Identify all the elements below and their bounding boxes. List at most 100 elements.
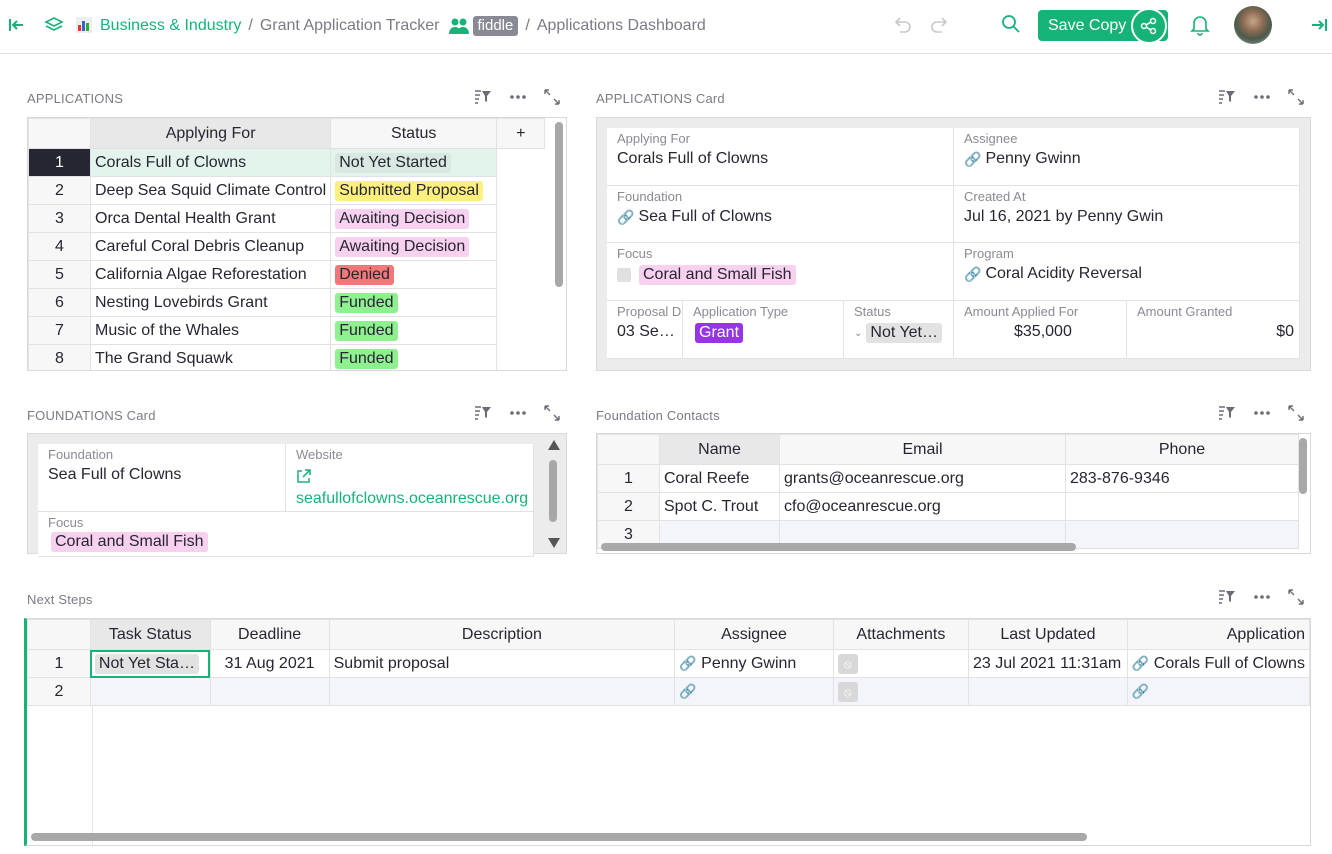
table-row[interactable]: 6 Nesting Lovebirds Grant Funded [28, 288, 545, 317]
field-program[interactable]: Program 🔗 Coral Acidity Reversal [954, 243, 1300, 301]
row-number[interactable]: 2 [28, 176, 91, 205]
field-focus[interactable]: Focus Coral and Small Fish [38, 512, 534, 557]
link-icon[interactable]: 🔗 [964, 151, 981, 168]
link-icon[interactable]: 🔗 [679, 655, 696, 671]
expand-icon[interactable] [1288, 589, 1304, 605]
column-header-description[interactable]: Description [328, 619, 676, 650]
row-number[interactable]: 1 [28, 148, 91, 177]
applications-scrollbar[interactable] [555, 122, 563, 287]
field-amount-granted[interactable]: Amount Granted $0 [1127, 301, 1300, 359]
website-link[interactable]: seafullofclowns.oceanrescue.org [296, 490, 528, 508]
row-number[interactable]: 2 [597, 492, 660, 521]
table-row[interactable]: 2 Deep Sea Squid Climate Control Submitted… [28, 176, 545, 205]
column-header-application[interactable]: Application [1126, 619, 1310, 650]
cell-phone[interactable] [1065, 492, 1299, 521]
cell-status[interactable]: Denied [330, 260, 498, 289]
sort-filter-icon[interactable] [474, 89, 492, 105]
cell-status[interactable]: Awaiting Decision [330, 232, 498, 261]
cell-applying-for[interactable]: Careful Coral Debris Cleanup [89, 232, 332, 261]
sort-filter-icon[interactable] [1218, 405, 1236, 421]
attachment-icon[interactable]: ⦸ [837, 653, 858, 674]
table-row[interactable]: 4 Careful Coral Debris Cleanup Awaiting De… [28, 232, 545, 261]
more-options-icon[interactable] [1254, 411, 1270, 415]
field-proposal-date[interactable]: Proposal D 03 Se… [607, 301, 683, 359]
field-amount-applied[interactable]: Amount Applied For $35,000 [954, 301, 1127, 359]
cell-status[interactable]: Funded [330, 344, 498, 370]
column-header-assignee[interactable]: Assignee [674, 619, 834, 650]
cell-description[interactable] [328, 677, 676, 706]
cell-last-updated[interactable] [967, 677, 1128, 706]
cell-attachments[interactable]: ⦸ [832, 649, 969, 678]
layers-icon[interactable] [44, 15, 64, 35]
column-header-phone[interactable]: Phone [1065, 434, 1299, 465]
search-icon[interactable] [1001, 14, 1021, 34]
cell-assignee[interactable]: 🔗 Penny Gwinn [674, 649, 834, 678]
cell-applying-for[interactable]: Nesting Lovebirds Grant [89, 288, 332, 317]
column-header-status[interactable]: Status [330, 118, 498, 149]
share-button[interactable] [1131, 8, 1167, 44]
cell-phone[interactable]: 283-876-9346 [1065, 464, 1299, 493]
column-header-applying-for[interactable]: Applying For [89, 118, 332, 149]
workspace-badge[interactable]: fiddle [472, 16, 519, 36]
scroll-up-arrow-icon[interactable] [547, 439, 561, 451]
collapse-left-icon[interactable] [8, 17, 26, 33]
table-row[interactable]: 2 Spot C. Trout cfo@oceanrescue.org [597, 492, 1299, 521]
link-icon[interactable]: 🔗 [1132, 683, 1149, 699]
column-header-name[interactable]: Name [659, 434, 780, 465]
column-header-email[interactable]: Email [779, 434, 1066, 465]
row-number[interactable]: 4 [28, 232, 91, 261]
cell-deadline[interactable]: 31 Aug 2021 [209, 649, 330, 678]
cell-applying-for[interactable]: California Algae Reforestation [89, 260, 332, 289]
more-options-icon[interactable] [1254, 595, 1270, 599]
cell-applying-for[interactable]: Corals Full of Clowns [89, 148, 332, 177]
row-number[interactable]: 5 [28, 260, 91, 289]
field-focus[interactable]: Focus Coral and Small Fish [607, 243, 954, 301]
expand-icon[interactable] [1288, 89, 1304, 105]
corner-cell[interactable] [597, 434, 660, 465]
cell-name[interactable]: Coral Reefe [659, 464, 780, 493]
cell-status[interactable]: Not Yet Started [330, 148, 498, 177]
field-foundation[interactable]: Foundation 🔗 Sea Full of Clowns [607, 186, 954, 243]
cell-applying-for[interactable]: Orca Dental Health Grant [89, 204, 332, 233]
field-website[interactable]: Website seafullofclowns.oceanrescue.org [286, 444, 534, 512]
breadcrumb-org[interactable]: Business & Industry [100, 17, 241, 35]
bell-icon[interactable] [1190, 14, 1210, 36]
sort-filter-icon[interactable] [1218, 89, 1236, 105]
column-header-attachments[interactable]: Attachments [832, 619, 969, 650]
table-row[interactable]: 3 Orca Dental Health Grant Awaiting Decisi… [28, 204, 545, 233]
contacts-hscrollbar[interactable] [601, 543, 1076, 551]
cell-task-status[interactable]: Not Yet Sta… [89, 649, 211, 678]
cell-assignee[interactable]: 🔗 [674, 677, 834, 706]
column-header-last-updated[interactable]: Last Updated [967, 619, 1128, 650]
add-column-button[interactable]: + [496, 118, 546, 149]
expand-icon[interactable] [544, 89, 560, 105]
cell-status[interactable]: Funded [330, 288, 498, 317]
cell-status[interactable]: Submitted Proposal [330, 176, 498, 205]
user-avatar[interactable] [1234, 6, 1272, 44]
field-status[interactable]: Status ⌄ Not Yet… [844, 301, 954, 359]
scroll-down-arrow-icon[interactable] [547, 537, 561, 549]
collapse-right-icon[interactable] [1310, 17, 1328, 33]
cell-last-updated[interactable]: 23 Jul 2021 11:31am [967, 649, 1128, 678]
column-header-task-status[interactable]: Task Status [89, 619, 211, 650]
cell-attachments[interactable]: ⦸ [832, 677, 969, 706]
link-icon[interactable]: 🔗 [964, 266, 981, 283]
field-assignee[interactable]: Assignee 🔗 Penny Gwinn [954, 128, 1300, 186]
cell-applying-for[interactable]: Music of the Whales [89, 316, 332, 345]
cell-applying-for[interactable]: Deep Sea Squid Climate Control [89, 176, 332, 205]
breadcrumb-doc[interactable]: Grant Application Tracker [260, 17, 440, 35]
row-number[interactable]: 2 [27, 677, 91, 706]
undo-icon[interactable] [892, 15, 912, 35]
next-steps-hscrollbar[interactable] [31, 833, 1087, 841]
table-row[interactable]: 7 Music of the Whales Funded [28, 316, 545, 345]
cell-application[interactable]: 🔗 Corals Full of Clowns [1126, 649, 1310, 678]
expand-icon[interactable] [544, 405, 560, 421]
link-icon[interactable]: 🔗 [679, 683, 696, 699]
field-application-type[interactable]: Application Type Grant [683, 301, 844, 359]
column-header-deadline[interactable]: Deadline [209, 619, 330, 650]
row-number[interactable]: 1 [27, 649, 91, 678]
corner-cell[interactable] [28, 118, 91, 149]
foundations-scrollbar[interactable] [549, 460, 557, 522]
cell-name[interactable]: Spot C. Trout [659, 492, 780, 521]
table-row[interactable]: 1 Not Yet Sta… 31 Aug 2021 Submit proposal 🔗… [27, 649, 1310, 678]
